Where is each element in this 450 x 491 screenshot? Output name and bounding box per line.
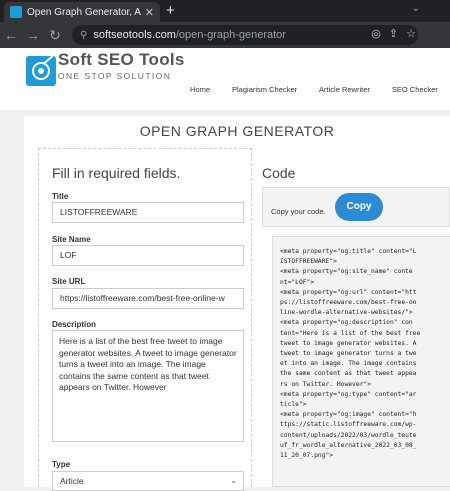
code-line: tent="Here is a list of the best free — [280, 329, 421, 337]
description-textarea[interactable]: Here is a list of the best free tweet to… — [52, 330, 244, 442]
logo-icon[interactable] — [26, 55, 56, 86]
close-tab-icon[interactable]: ✕ — [145, 6, 154, 19]
code-line: <meta property="og:site_name" conte — [280, 268, 413, 276]
omnibox-actions: ◎ ⇪ ☆ — [371, 27, 416, 40]
chevron-down-icon: ⌄ — [230, 476, 237, 485]
back-icon[interactable]: ← — [0, 27, 22, 43]
copy-bar: Copy your code. Copy — [262, 187, 450, 227]
page-title: OPEN GRAPH GENERATOR — [139, 123, 335, 139]
code-line: tweet to image generator websites. A — [280, 339, 417, 347]
new-tab-icon[interactable]: + — [166, 2, 175, 20]
copy-hint: Copy your code. — [271, 207, 326, 216]
form-heading: Fill in required fields. — [52, 165, 181, 181]
site-header: Soft SEO Tools ONE STOP SOLUTION Home Pl… — [0, 48, 450, 110]
title-input[interactable]: LISTOFFREEWARE — [52, 202, 244, 223]
code-line: rs on Twitter. However"> — [280, 380, 371, 388]
site-name-input[interactable]: LOF — [52, 245, 244, 266]
code-line: content/uploads/2022/03/wordle_teute — [280, 431, 417, 439]
code-line: <meta property="og:description" con — [280, 319, 413, 327]
code-line: <meta property="og:title" content="L — [280, 248, 417, 255]
description-label: Description — [52, 320, 97, 329]
forward-icon[interactable]: → — [22, 27, 44, 43]
bookmark-star-icon[interactable]: ☆ — [406, 27, 416, 40]
url-host: softseotools.com — [93, 29, 176, 41]
title-label: Title — [52, 192, 69, 201]
main-nav: Home Plagiarism Checker Article Rewriter… — [190, 85, 438, 94]
eye-off-icon[interactable]: ◎ — [371, 27, 381, 40]
nav-article-rewriter[interactable]: Article Rewriter — [319, 85, 370, 94]
generated-code-box[interactable]: <meta property="og:title" content="L ISTO… — [272, 236, 450, 487]
code-line: the same content as that tweet appea — [280, 370, 417, 378]
site-favicon-icon — [10, 6, 22, 18]
site-url-input[interactable]: https://listoffreeware.com/best-free-onl… — [52, 288, 244, 309]
code-line: uf_fr_wordle_alternative_2022_03_08_ — [280, 441, 417, 449]
site-name-label: Site Name — [52, 235, 91, 244]
site-url-label: Site URL — [52, 277, 86, 286]
browser-tab-strip: Open Graph Generator, Advance ✕ + ⌄ — [0, 0, 450, 22]
code-line: <meta property="og:image" content="h — [280, 411, 417, 419]
code-line: <meta property="og:url" content="htt — [280, 288, 417, 296]
code-line: ISTOFFREEWARE"> — [280, 258, 337, 266]
share-icon[interactable]: ⇪ — [389, 27, 398, 40]
brand-name[interactable]: Soft SEO Tools — [58, 50, 185, 70]
type-label: Type — [52, 460, 71, 469]
browser-toolbar: ← → ↻ ⚲ softseotools.com/open-graph-gene… — [0, 22, 450, 66]
site-info-icon[interactable]: ⚲ — [80, 30, 87, 41]
type-select-value: Article — [60, 476, 84, 486]
type-select[interactable]: Article ⌄ — [52, 471, 244, 491]
code-line: line-wordle-alternative-websites/"> — [280, 309, 413, 317]
code-line: tweet to image generator turns a twe — [280, 350, 417, 358]
url-path: /open-graph-generator — [175, 29, 286, 41]
brand-tagline: ONE STOP SOLUTION — [58, 71, 172, 81]
nav-home[interactable]: Home — [190, 85, 210, 94]
address-bar[interactable]: ⚲ softseotools.com/open-graph-generator … — [72, 25, 418, 45]
code-line: ticle"> — [280, 401, 307, 409]
code-line: <meta property="og:type" content="ar — [280, 390, 417, 398]
code-line: 11_20_07.png"> — [280, 452, 334, 460]
nav-seo-checker[interactable]: SEO Checker — [392, 85, 438, 94]
code-heading: Code — [262, 165, 296, 181]
reload-icon[interactable]: ↻ — [44, 27, 66, 44]
code-line: nt="LOF"> — [280, 278, 315, 286]
copy-button[interactable]: Copy — [335, 193, 383, 221]
code-line: ps://listoffreeware.com/best-free-on — [280, 299, 417, 307]
tab-search-icon[interactable]: ⌄ — [412, 3, 420, 14]
nav-plagiarism-checker[interactable]: Plagiarism Checker — [232, 85, 297, 94]
code-line: ttps://static.listoffreeware.com/wp- — [280, 421, 417, 429]
browser-tab[interactable]: Open Graph Generator, Advance ✕ — [4, 2, 160, 22]
tab-title: Open Graph Generator, Advance — [27, 6, 141, 18]
code-line: et into an image. The image contains — [280, 360, 417, 368]
